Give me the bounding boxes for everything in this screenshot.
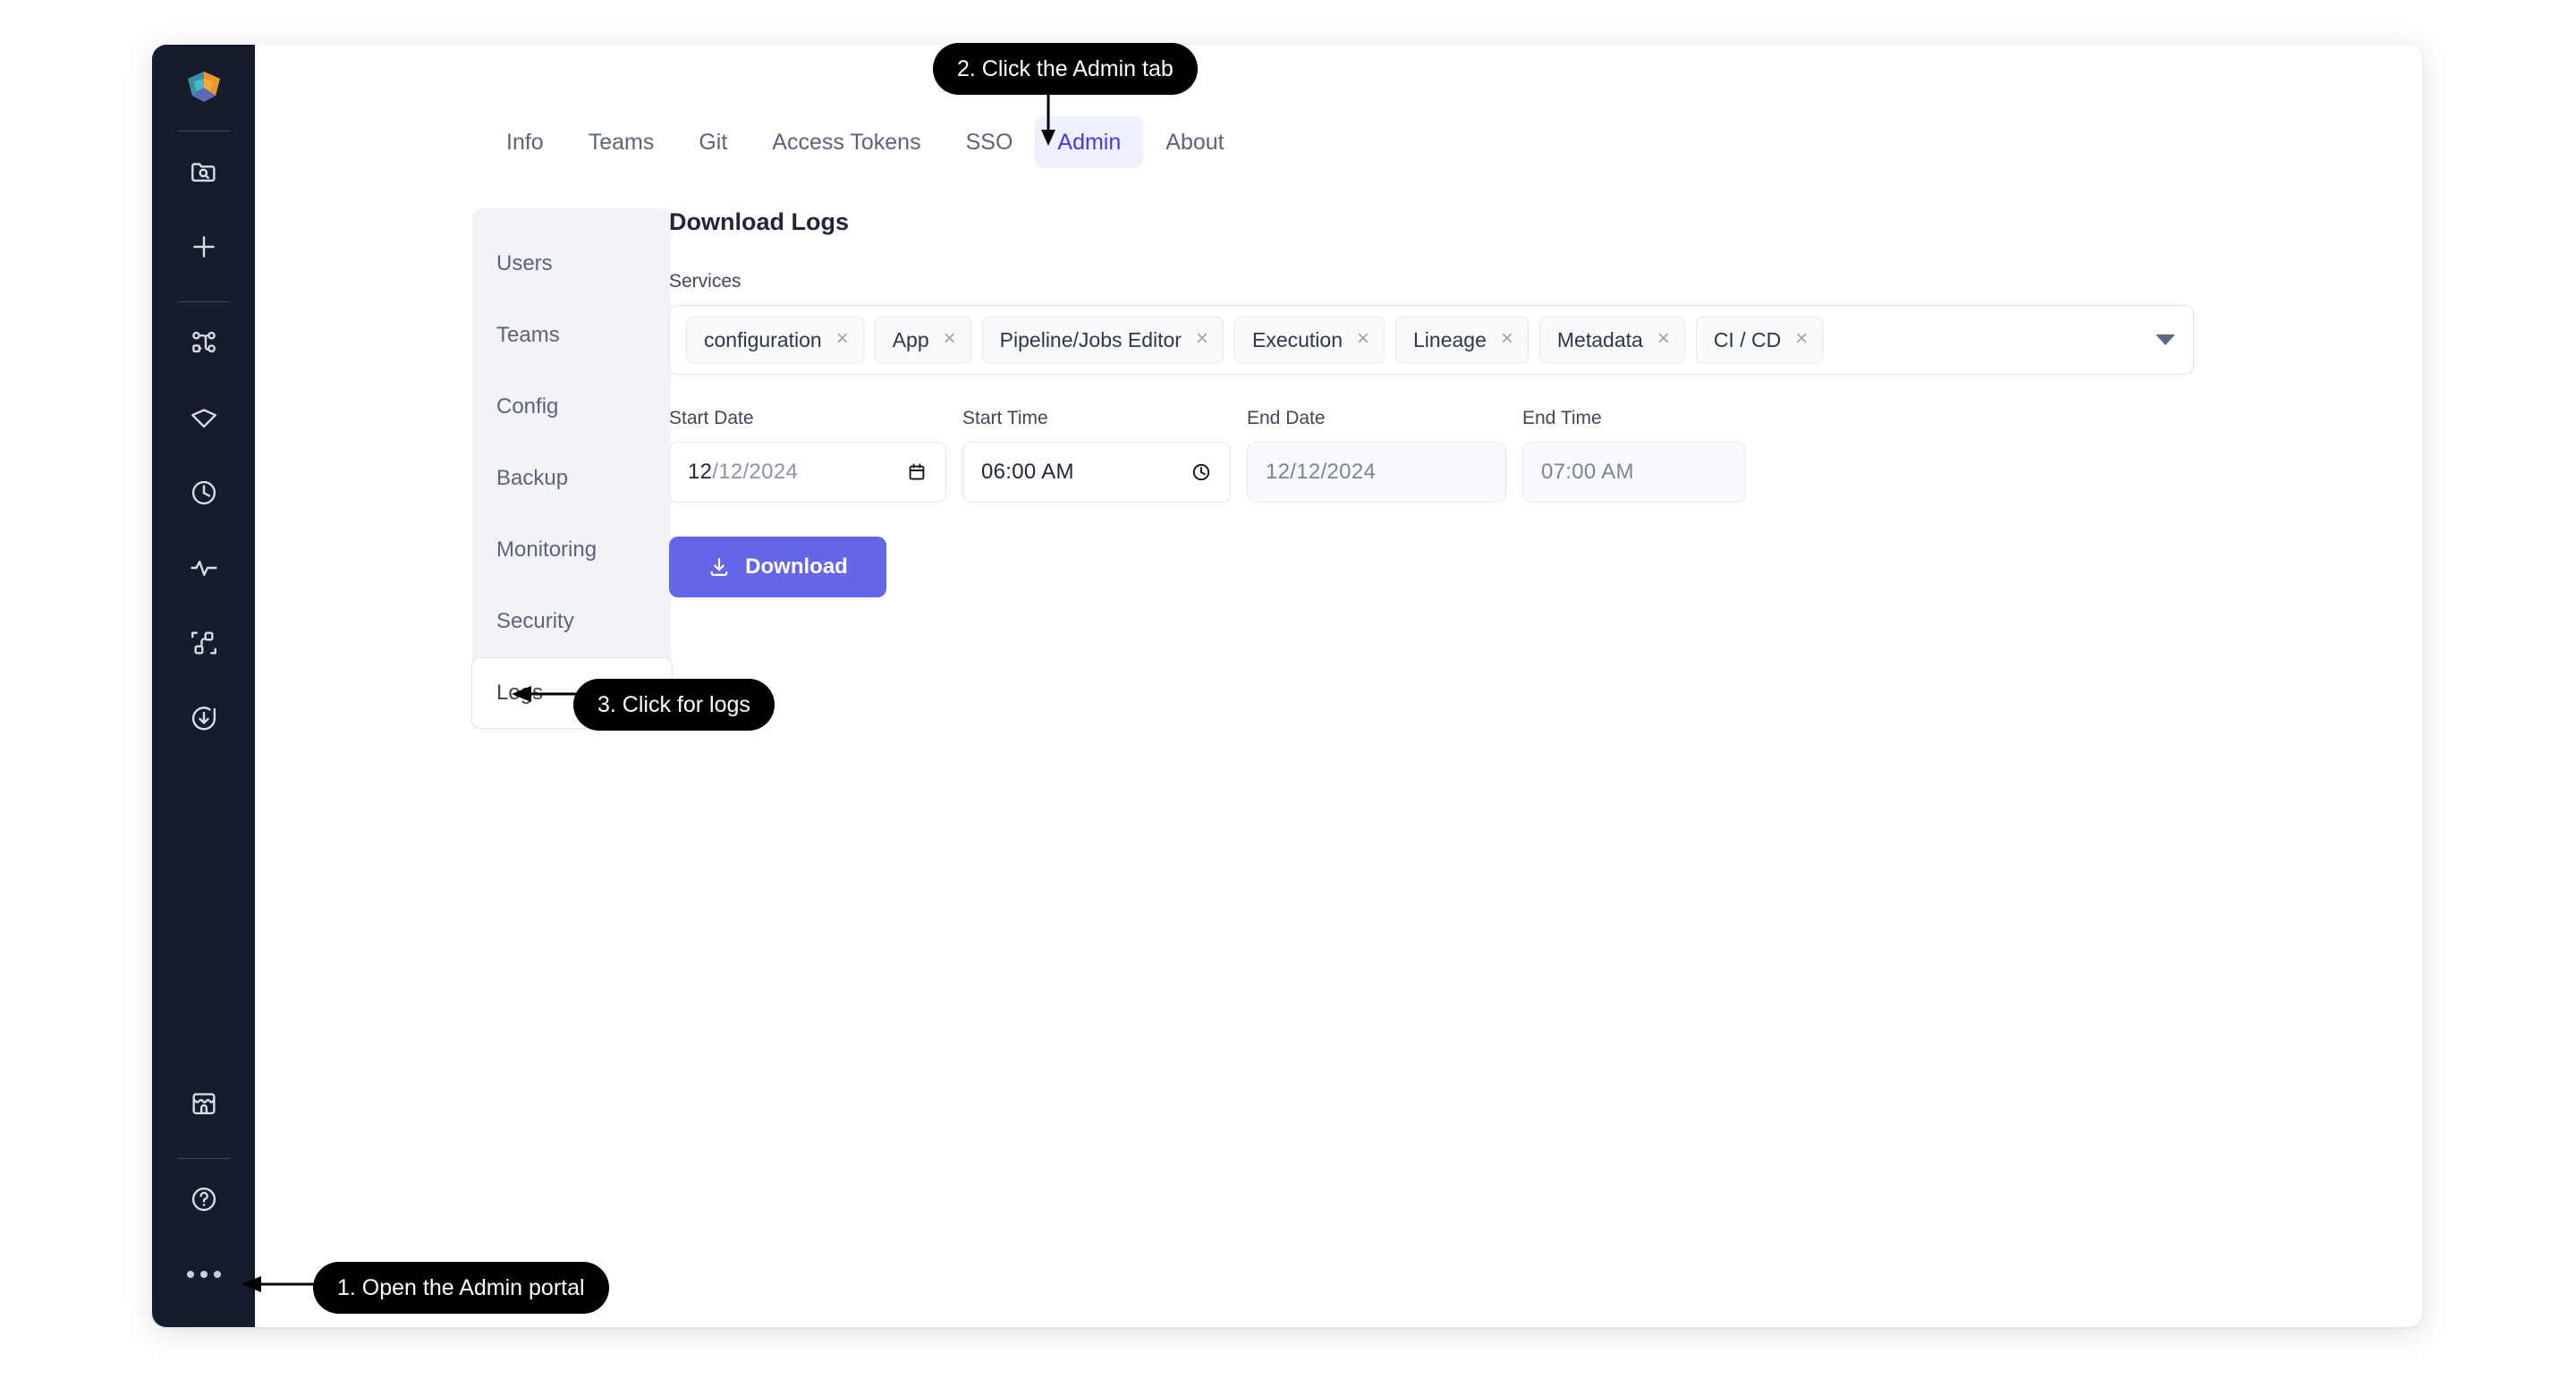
tab-access-tokens[interactable]: Access Tokens xyxy=(750,116,943,168)
end-date-input[interactable]: 12/12/2024 xyxy=(1247,442,1506,503)
page-title: Download Logs xyxy=(669,208,849,235)
app-window: Info Teams Git Access Tokens SSO Admin A… xyxy=(152,45,2422,1327)
admin-settings-menu: Users Teams Config Backup Monitoring Sec… xyxy=(471,208,673,729)
download-circle-icon[interactable] xyxy=(176,690,232,746)
chip-pipeline-jobs-editor[interactable]: Pipeline/Jobs Editor × xyxy=(981,317,1224,364)
services-chip-list: configuration × App × Pipeline/Jobs Edit… xyxy=(686,317,1824,364)
chip-label: Metadata xyxy=(1556,327,1643,351)
chip-lineage[interactable]: Lineage × xyxy=(1395,317,1529,364)
end-date-label: End Date xyxy=(1247,408,1326,429)
end-date-group: End Date 12/12/2024 xyxy=(1247,407,1506,503)
marketplace-store-icon[interactable] xyxy=(176,1076,232,1131)
chip-label: Pipeline/Jobs Editor xyxy=(999,327,1182,351)
sidebar-item-backup[interactable]: Backup xyxy=(472,443,671,514)
clock-icon[interactable] xyxy=(176,465,232,520)
chip-label: CI / CD xyxy=(1713,327,1782,351)
more-dots-icon[interactable] xyxy=(176,1247,232,1302)
chip-label: Execution xyxy=(1251,327,1343,351)
chip-ci-cd[interactable]: CI / CD × xyxy=(1695,317,1824,364)
end-time-value: 07:00 AM xyxy=(1541,460,1634,485)
close-icon[interactable]: × xyxy=(1795,328,1808,350)
tab-sso[interactable]: SSO xyxy=(944,116,1036,168)
chip-execution[interactable]: Execution × xyxy=(1233,317,1385,364)
chip-label: App xyxy=(892,327,929,351)
services-multiselect[interactable]: configuration × App × Pipeline/Jobs Edit… xyxy=(669,305,2194,376)
chevron-down-icon[interactable] xyxy=(2156,334,2175,346)
close-icon[interactable]: × xyxy=(1357,328,1369,350)
close-icon[interactable]: × xyxy=(1657,328,1670,350)
close-icon[interactable]: × xyxy=(836,328,849,350)
download-icon xyxy=(708,555,731,579)
chip-label: configuration xyxy=(704,327,822,351)
callout-step-1: 1. Open the Admin portal xyxy=(313,1262,609,1314)
sidebar-item-security[interactable]: Security xyxy=(472,586,671,657)
download-button[interactable]: Download xyxy=(669,537,886,598)
plus-icon[interactable] xyxy=(176,219,232,275)
tab-teams[interactable]: Teams xyxy=(566,116,677,168)
activity-pulse-icon[interactable] xyxy=(176,540,232,596)
help-circle-icon[interactable] xyxy=(176,1172,232,1227)
chip-label: Lineage xyxy=(1413,327,1487,351)
start-date-group: Start Date 12/12/2024 xyxy=(669,407,946,503)
node-connections-icon[interactable] xyxy=(176,615,232,671)
start-time-group: Start Time 06:00 AM xyxy=(962,407,1231,503)
services-label: Services xyxy=(669,271,741,292)
pipeline-graph-icon[interactable] xyxy=(176,315,232,370)
sidebar-item-users[interactable]: Users xyxy=(472,228,671,300)
end-time-label: End Time xyxy=(1522,408,1602,429)
start-date-input[interactable]: 12/12/2024 xyxy=(669,442,946,503)
end-time-input[interactable]: 07:00 AM xyxy=(1522,442,1746,503)
close-icon[interactable]: × xyxy=(944,328,956,350)
end-date-value: 12/12/2024 xyxy=(1266,460,1377,485)
callout-step-2: 2. Click the Admin tab xyxy=(933,43,1198,95)
start-date-rest: /12/2024 xyxy=(712,460,799,485)
callout-step-3: 3. Click for logs xyxy=(573,679,775,731)
clock-icon[interactable] xyxy=(1191,461,1212,483)
rail-divider-mid xyxy=(177,301,230,302)
gem-icon[interactable] xyxy=(176,390,232,445)
start-time-label: Start Time xyxy=(962,408,1048,429)
close-icon[interactable]: × xyxy=(1196,328,1208,350)
download-logs-panel: Download Logs Services configuration × A… xyxy=(669,208,2243,598)
prism-cube-logo[interactable] xyxy=(183,66,225,107)
sidebar-item-teams[interactable]: Teams xyxy=(472,300,671,371)
start-date-month: 12 xyxy=(688,460,713,485)
tab-info[interactable]: Info xyxy=(484,116,566,168)
left-icon-rail xyxy=(152,45,255,1327)
chip-configuration[interactable]: configuration × xyxy=(686,317,864,364)
start-time-input[interactable]: 06:00 AM xyxy=(962,442,1231,503)
rail-divider-bottom xyxy=(177,1158,230,1159)
sidebar-item-monitoring[interactable]: Monitoring xyxy=(472,514,671,586)
start-date-label: Start Date xyxy=(669,408,754,429)
settings-tab-bar: Info Teams Git Access Tokens SSO Admin A… xyxy=(484,116,1247,168)
search-folder-icon[interactable] xyxy=(176,144,232,199)
chip-app[interactable]: App × xyxy=(874,317,971,364)
start-time-value: 06:00 AM xyxy=(981,460,1074,485)
tab-about[interactable]: About xyxy=(1143,116,1246,168)
download-button-label: Download xyxy=(745,554,848,580)
date-time-row: Start Date 12/12/2024 Start Time 06:00 A… xyxy=(669,407,2243,503)
chip-metadata[interactable]: Metadata × xyxy=(1538,317,1685,364)
calendar-icon[interactable] xyxy=(906,461,928,483)
end-time-group: End Time 07:00 AM xyxy=(1522,407,1746,503)
tab-git[interactable]: Git xyxy=(676,116,750,168)
sidebar-item-config[interactable]: Config xyxy=(472,371,671,443)
close-icon[interactable]: × xyxy=(1501,328,1513,350)
